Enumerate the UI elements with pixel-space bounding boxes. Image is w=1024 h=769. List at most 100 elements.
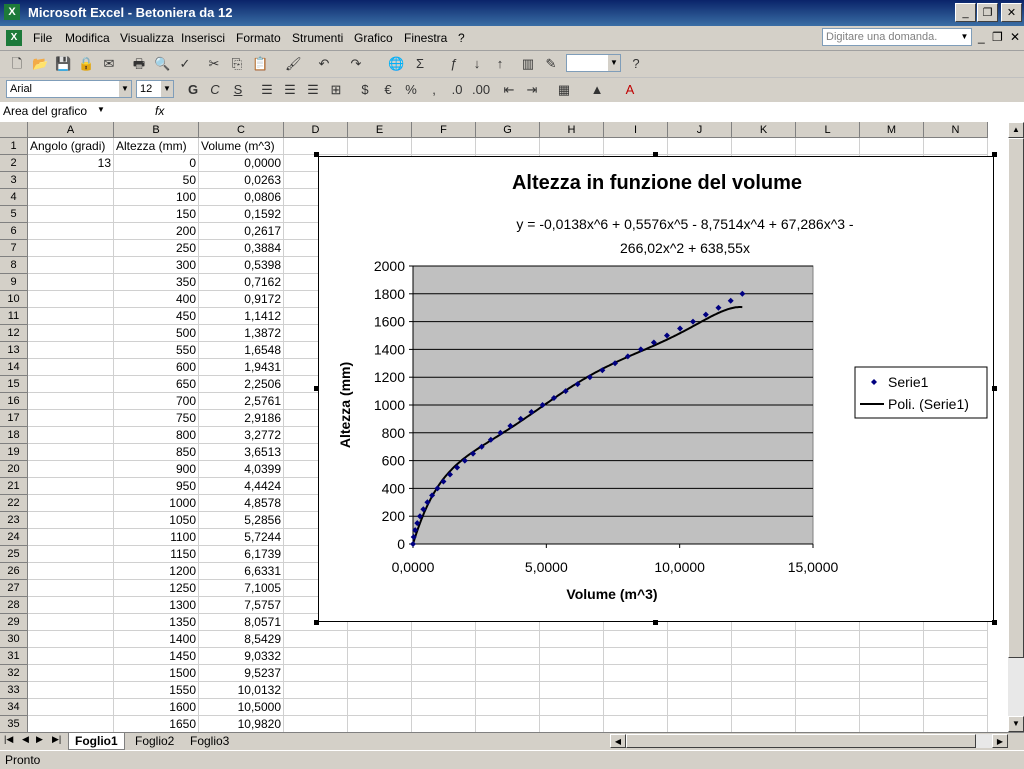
row-header[interactable]: 20 [0, 461, 28, 478]
cell[interactable]: 1450 [114, 648, 199, 665]
row-header[interactable]: 30 [0, 631, 28, 648]
cell[interactable] [28, 597, 114, 614]
cell[interactable] [796, 138, 860, 155]
redo-icon[interactable]: ↷ [348, 56, 364, 72]
spelling-icon[interactable]: ✓ [177, 56, 193, 72]
menu-visualizza[interactable]: Visualizza [120, 31, 174, 45]
print-preview-icon[interactable]: 🔍 [154, 56, 170, 72]
cell[interactable] [28, 546, 114, 563]
cell[interactable] [348, 699, 412, 716]
cell[interactable] [860, 682, 924, 699]
cell[interactable]: 1200 [114, 563, 199, 580]
thousands-icon[interactable]: , [426, 82, 442, 98]
cell[interactable] [668, 699, 732, 716]
cell[interactable] [28, 461, 114, 478]
cell[interactable]: 6,1739 [199, 546, 284, 563]
cell[interactable]: 1,1412 [199, 308, 284, 325]
cell[interactable]: 8,5429 [199, 631, 284, 648]
menu-formato[interactable]: Formato [236, 31, 281, 45]
cell[interactable] [28, 580, 114, 597]
cell[interactable]: 50 [114, 172, 199, 189]
cell[interactable] [28, 665, 114, 682]
cell[interactable] [540, 682, 604, 699]
cell[interactable]: 1100 [114, 529, 199, 546]
cell[interactable] [476, 716, 540, 732]
column-header[interactable]: I [604, 122, 668, 138]
cell[interactable]: 4,4424 [199, 478, 284, 495]
cell[interactable] [348, 138, 412, 155]
decrease-decimal-icon[interactable]: .00 [472, 82, 490, 98]
cell[interactable] [412, 716, 476, 732]
horizontal-scrollbar[interactable]: ◀ ▶ [610, 734, 1008, 748]
cell[interactable] [412, 631, 476, 648]
column-header[interactable]: N [924, 122, 988, 138]
row-header[interactable]: 13 [0, 342, 28, 359]
decrease-indent-icon[interactable]: ⇤ [501, 82, 517, 98]
cell[interactable] [28, 563, 114, 580]
zoom-select[interactable]: ▼ [566, 54, 621, 72]
cell[interactable] [924, 716, 988, 732]
cell[interactable] [28, 172, 114, 189]
cell[interactable] [284, 699, 348, 716]
autosum-icon[interactable]: Σ [412, 56, 428, 72]
cell[interactable] [732, 699, 796, 716]
cell[interactable] [732, 682, 796, 699]
cell[interactable]: 9,0332 [199, 648, 284, 665]
row-header[interactable]: 12 [0, 325, 28, 342]
row-header[interactable]: 9 [0, 274, 28, 291]
cell[interactable] [412, 699, 476, 716]
cell[interactable]: 0,0000 [199, 155, 284, 172]
cell[interactable]: 1600 [114, 699, 199, 716]
increase-decimal-icon[interactable]: .0 [449, 82, 465, 98]
cell[interactable]: 300 [114, 257, 199, 274]
cell[interactable] [28, 189, 114, 206]
cell[interactable] [28, 274, 114, 291]
cell[interactable] [28, 257, 114, 274]
menu-file[interactable]: File [33, 31, 52, 45]
cell[interactable] [604, 716, 668, 732]
cell[interactable]: 0,5398 [199, 257, 284, 274]
zoom-dropdown-icon[interactable]: ▼ [608, 55, 620, 71]
row-header[interactable]: 32 [0, 665, 28, 682]
tab-foglio2[interactable]: Foglio2 [129, 733, 180, 749]
cell[interactable] [476, 665, 540, 682]
tab-foglio1[interactable]: Foglio1 [68, 733, 125, 750]
row-header[interactable]: 2 [0, 155, 28, 172]
cell[interactable]: 0,0806 [199, 189, 284, 206]
column-header[interactable]: K [732, 122, 796, 138]
cell[interactable] [540, 648, 604, 665]
row-header[interactable]: 6 [0, 223, 28, 240]
menu-inserisci[interactable]: Inserisci [181, 31, 225, 45]
cell[interactable]: 600 [114, 359, 199, 376]
cell[interactable]: 250 [114, 240, 199, 257]
cell[interactable]: 200 [114, 223, 199, 240]
cell[interactable] [604, 631, 668, 648]
last-sheet-icon[interactable]: ▶| [52, 734, 61, 745]
row-header[interactable]: 31 [0, 648, 28, 665]
row-header[interactable]: 10 [0, 291, 28, 308]
row-header[interactable]: 24 [0, 529, 28, 546]
column-header[interactable]: A [28, 122, 114, 138]
cell[interactable]: 1350 [114, 614, 199, 631]
cell[interactable] [28, 716, 114, 732]
cell[interactable] [284, 716, 348, 732]
cell[interactable] [796, 682, 860, 699]
cell[interactable] [284, 631, 348, 648]
cell[interactable] [860, 138, 924, 155]
cell[interactable] [476, 631, 540, 648]
cell[interactable] [28, 444, 114, 461]
cell[interactable] [924, 665, 988, 682]
cell[interactable]: 1,3872 [199, 325, 284, 342]
cell[interactable]: 150 [114, 206, 199, 223]
cell[interactable] [860, 699, 924, 716]
cell[interactable] [284, 682, 348, 699]
menu-modifica[interactable]: Modifica [65, 31, 110, 45]
merge-center-icon[interactable]: ⊞ [328, 82, 344, 98]
scroll-left-icon[interactable]: ◀ [610, 734, 626, 748]
font-select[interactable]: Arial ▼ [6, 80, 132, 98]
cell[interactable] [28, 376, 114, 393]
cell[interactable] [540, 665, 604, 682]
question-dropdown-icon[interactable]: ▼ [958, 29, 971, 45]
sort-descending-icon[interactable]: ↑ [492, 56, 508, 72]
column-header[interactable]: D [284, 122, 348, 138]
